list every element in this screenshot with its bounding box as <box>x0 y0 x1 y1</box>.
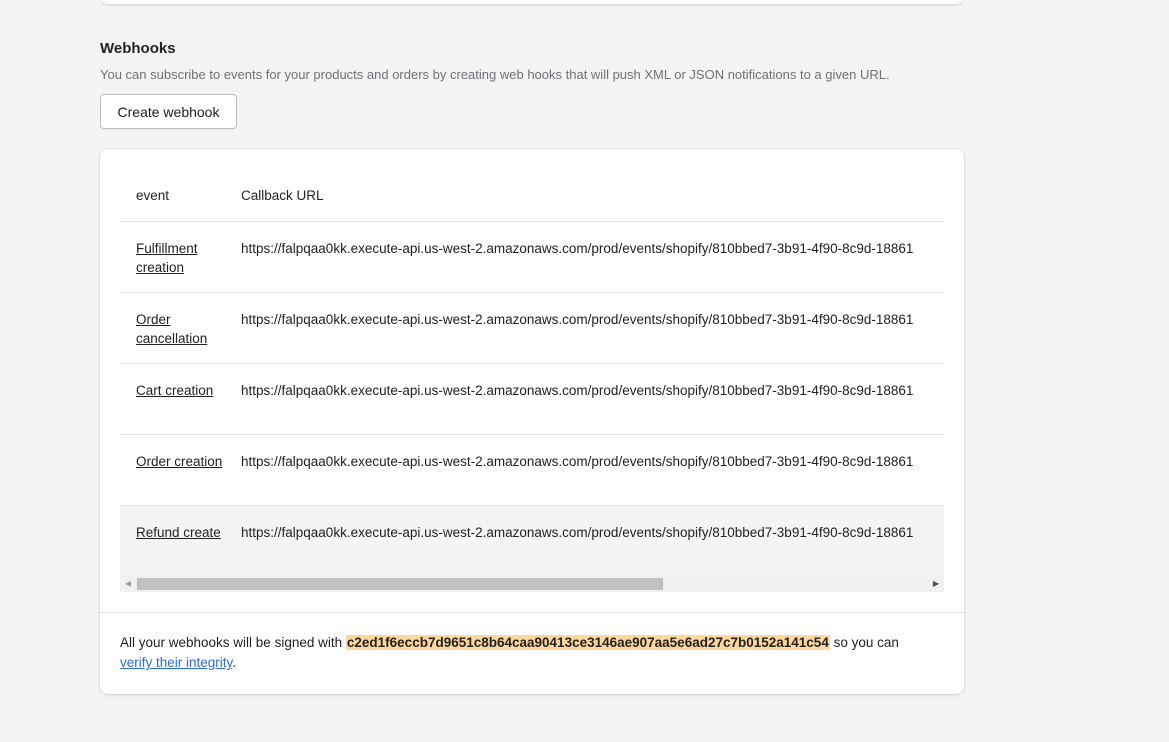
event-link[interactable]: Cart creation <box>136 383 213 398</box>
signing-hash: c2ed1f6eccb7d9651c8b64caa90413ce3146ae90… <box>345 635 830 650</box>
event-link[interactable]: Order creation <box>136 454 222 469</box>
scrollbar-thumb[interactable] <box>137 578 663 590</box>
event-cell: Fulfillment creation <box>136 239 226 277</box>
event-cell: Refund create <box>136 523 226 542</box>
event-cell: Cart creation <box>136 381 226 400</box>
callback-url-cell: https://falpqaa0kk.execute-api.us-west-2… <box>241 312 914 327</box>
webhooks-table: event Callback URL Fulfillment creation … <box>120 169 944 592</box>
table-row: Order cancellation https://falpqaa0kk.ex… <box>120 292 944 363</box>
callback-url-cell: https://falpqaa0kk.execute-api.us-west-2… <box>241 383 914 398</box>
section-title: Webhooks <box>100 40 176 57</box>
previous-section-card <box>100 0 964 4</box>
verify-integrity-link[interactable]: verify their integrity <box>120 655 232 670</box>
table-row: Order creation https://falpqaa0kk.execut… <box>120 434 944 505</box>
signing-suffix: so you can <box>833 635 899 650</box>
callback-url-cell: https://falpqaa0kk.execute-api.us-west-2… <box>241 241 914 256</box>
column-header-callback-url: Callback URL <box>241 188 324 203</box>
table-row: Fulfillment creation https://falpqaa0kk.… <box>120 221 944 292</box>
event-cell: Order creation <box>136 452 226 471</box>
callback-url-cell: https://falpqaa0kk.execute-api.us-west-2… <box>241 525 914 540</box>
callback-url-cell: https://falpqaa0kk.execute-api.us-west-2… <box>241 454 914 469</box>
event-link[interactable]: Fulfillment creation <box>136 241 198 275</box>
table-row: Refund create https://falpqaa0kk.execute… <box>120 505 944 576</box>
event-link[interactable]: Refund create <box>136 525 221 540</box>
event-link[interactable]: Order cancellation <box>136 312 207 346</box>
signing-prefix: All your webhooks will be signed with <box>120 635 343 650</box>
webhooks-card: event Callback URL Fulfillment creation … <box>100 149 964 694</box>
column-header-event: event <box>136 188 170 203</box>
triangle-right-icon[interactable]: ▶ <box>928 576 944 592</box>
card-divider <box>100 612 964 613</box>
triangle-left-icon[interactable]: ◀ <box>120 576 136 592</box>
create-webhook-button[interactable]: Create webhook <box>100 94 237 129</box>
section-description: You can subscribe to events for your pro… <box>100 67 890 82</box>
table-row: Cart creation https://falpqaa0kk.execute… <box>120 363 944 434</box>
signing-notice: All your webhooks will be signed with c2… <box>120 633 950 673</box>
table-header-row: event Callback URL <box>120 169 944 221</box>
event-cell: Order cancellation <box>136 310 226 348</box>
horizontal-scrollbar[interactable]: ◀ ▶ <box>120 576 944 592</box>
signing-end: . <box>232 655 237 670</box>
